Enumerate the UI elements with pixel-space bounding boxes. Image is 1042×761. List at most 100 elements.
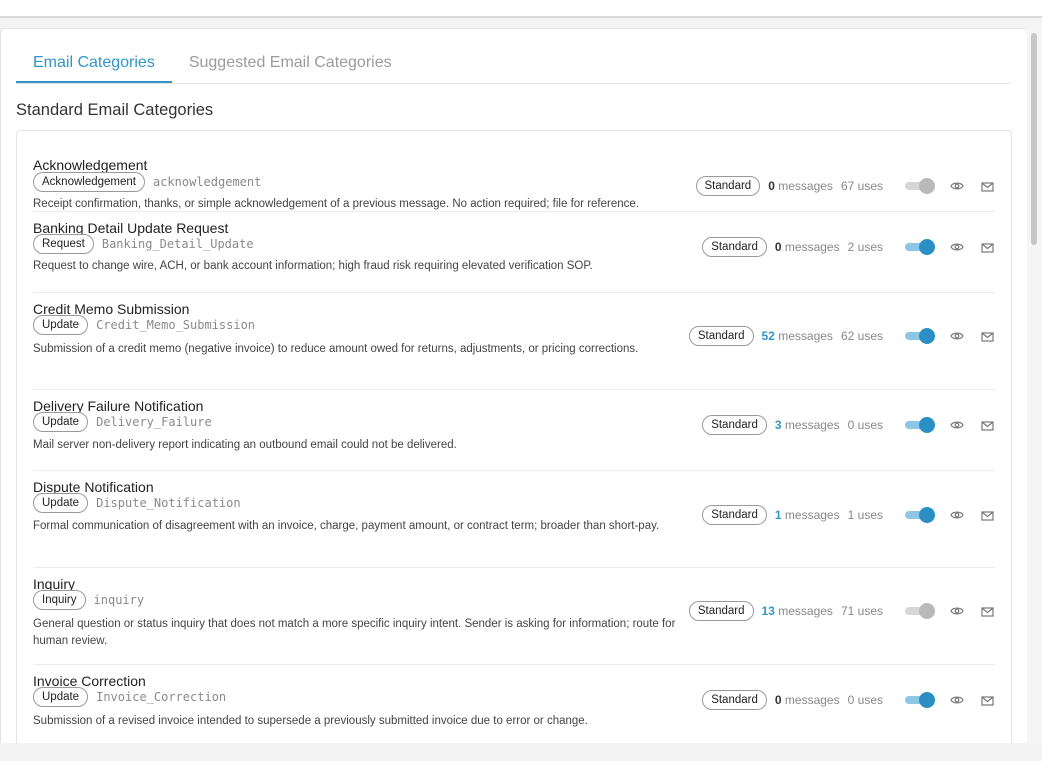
category-code: inquiry xyxy=(93,593,145,607)
category-code: acknowledgement xyxy=(152,175,262,189)
use-count-unit: uses xyxy=(857,418,883,432)
enable-toggle[interactable] xyxy=(905,417,935,433)
category-meta: Standard 0 messages 0 uses xyxy=(702,688,995,712)
top-bar xyxy=(0,0,1042,18)
category-code: Banking_Detail_Update xyxy=(101,237,254,251)
mail-icon[interactable] xyxy=(979,417,995,433)
message-count-value: 0 xyxy=(774,240,782,254)
use-count: 1 uses xyxy=(848,508,883,522)
message-count[interactable]: 52 messages xyxy=(762,329,833,343)
eye-icon[interactable] xyxy=(949,417,965,433)
toggle-knob xyxy=(919,328,935,344)
section-title: Standard Email Categories xyxy=(16,101,214,119)
standard-badge: Standard xyxy=(702,415,767,435)
message-count[interactable]: 0 messages xyxy=(775,240,840,254)
mail-icon[interactable] xyxy=(979,603,995,619)
message-count-unit: messages xyxy=(784,418,840,432)
use-count-unit: uses xyxy=(857,240,883,254)
category-list: Acknowledgement Acknowledgement acknowledg… xyxy=(16,130,1012,744)
message-count[interactable]: 0 messages xyxy=(768,179,833,193)
category-row[interactable]: Credit Memo Submission Update Credit_Memo_… xyxy=(33,293,995,390)
message-count-value: 13 xyxy=(761,604,775,618)
category-description: Request to change wire, ACH, or bank acc… xyxy=(33,260,593,272)
use-count-value: 1 xyxy=(847,508,855,522)
toggle-knob xyxy=(919,507,935,523)
use-count: 0 uses xyxy=(848,693,883,707)
eye-icon[interactable] xyxy=(949,603,965,619)
mail-icon[interactable] xyxy=(979,328,995,344)
use-count-value: 62 xyxy=(840,329,855,343)
category-row[interactable]: Dispute Notification Update Dispute_Notifi… xyxy=(33,471,995,568)
message-count-value: 3 xyxy=(774,418,782,432)
standard-badge: Standard xyxy=(688,326,754,346)
eye-icon[interactable] xyxy=(949,328,965,344)
category-code: Invoice_Correction xyxy=(96,690,227,704)
eye-icon[interactable] xyxy=(949,239,965,255)
message-count-unit: messages xyxy=(784,693,840,707)
message-count-unit: messages xyxy=(784,240,840,254)
mail-icon[interactable] xyxy=(979,692,995,708)
category-type-pill: Acknowledgement xyxy=(33,172,145,192)
category-meta: Standard 3 messages 0 uses xyxy=(702,413,995,437)
scrollbar-thumb[interactable] xyxy=(1031,33,1037,245)
enable-toggle[interactable] xyxy=(905,603,935,619)
category-meta: Standard 1 messages 1 uses xyxy=(702,503,995,527)
category-tagline: Update Dispute_Notification xyxy=(33,493,241,513)
eye-icon[interactable] xyxy=(949,178,965,194)
message-count-unit: messages xyxy=(778,604,833,618)
use-count-value: 71 xyxy=(840,604,855,618)
category-code: Delivery_Failure xyxy=(96,415,212,429)
message-count[interactable]: 3 messages xyxy=(775,418,840,432)
category-tagline: Acknowledgement acknowledgement xyxy=(33,172,261,192)
use-count-value: 0 xyxy=(847,418,855,432)
use-count-unit: uses xyxy=(857,604,883,618)
category-type-pill: Request xyxy=(33,234,94,254)
category-description: Receipt confirmation, thanks, or simple … xyxy=(33,198,639,210)
tab-suggested-email-categories[interactable]: Suggested Email Categories xyxy=(172,46,409,82)
message-count[interactable]: 13 messages xyxy=(762,604,833,618)
mail-icon[interactable] xyxy=(979,507,995,523)
category-type-pill: Update xyxy=(33,315,89,335)
message-count-unit: messages xyxy=(778,179,833,193)
message-count-value: 0 xyxy=(768,179,775,193)
enable-toggle[interactable] xyxy=(905,692,935,708)
message-count[interactable]: 0 messages xyxy=(775,693,840,707)
category-rows: Acknowledgement Acknowledgement acknowledg… xyxy=(17,131,1011,744)
category-row[interactable]: Delivery Failure Notification Update Deliv… xyxy=(33,390,995,471)
category-row[interactable]: Banking Detail Update Request Request Bank… xyxy=(33,212,995,293)
toggle-knob xyxy=(919,178,935,194)
category-code: Credit_Memo_Submission xyxy=(96,318,256,332)
enable-toggle[interactable] xyxy=(905,178,935,194)
message-count-unit: messages xyxy=(784,508,840,522)
category-tagline: Request Banking_Detail_Update xyxy=(33,234,254,254)
mail-icon[interactable] xyxy=(979,178,995,194)
bottom-bar xyxy=(0,743,1042,761)
use-count-value: 0 xyxy=(847,693,855,707)
message-count[interactable]: 1 messages xyxy=(775,508,840,522)
category-row[interactable]: Invoice Correction Update Invoice_Correcti… xyxy=(33,665,995,744)
category-description: Mail server non-delivery report indicati… xyxy=(33,439,457,451)
toggle-knob xyxy=(919,239,935,255)
use-count-value: 67 xyxy=(840,179,855,193)
category-row[interactable]: Inquiry Inquiry inquiry General question or… xyxy=(33,568,995,665)
toggle-knob xyxy=(919,417,935,433)
message-count-value: 52 xyxy=(761,329,775,343)
enable-toggle[interactable] xyxy=(905,507,935,523)
enable-toggle[interactable] xyxy=(905,328,935,344)
eye-icon[interactable] xyxy=(949,692,965,708)
standard-badge: Standard xyxy=(702,237,767,257)
category-meta: Standard 0 messages 2 uses xyxy=(702,235,995,259)
category-description: Submission of a revised invoice intended… xyxy=(33,715,588,727)
scrollbar[interactable] xyxy=(1027,28,1042,743)
standard-badge: Standard xyxy=(702,690,767,710)
use-count-unit: uses xyxy=(857,693,883,707)
category-description: Formal communication of disagreement wit… xyxy=(33,520,660,532)
category-row[interactable]: Acknowledgement Acknowledgement acknowledg… xyxy=(33,131,995,212)
eye-icon[interactable] xyxy=(949,507,965,523)
category-type-pill: Update xyxy=(33,687,89,707)
category-name: Acknowledgement xyxy=(33,157,148,173)
mail-icon[interactable] xyxy=(979,239,995,255)
tab-email-categories[interactable]: Email Categories xyxy=(16,46,172,83)
enable-toggle[interactable] xyxy=(905,239,935,255)
category-tagline: Update Invoice_Correction xyxy=(33,687,226,707)
